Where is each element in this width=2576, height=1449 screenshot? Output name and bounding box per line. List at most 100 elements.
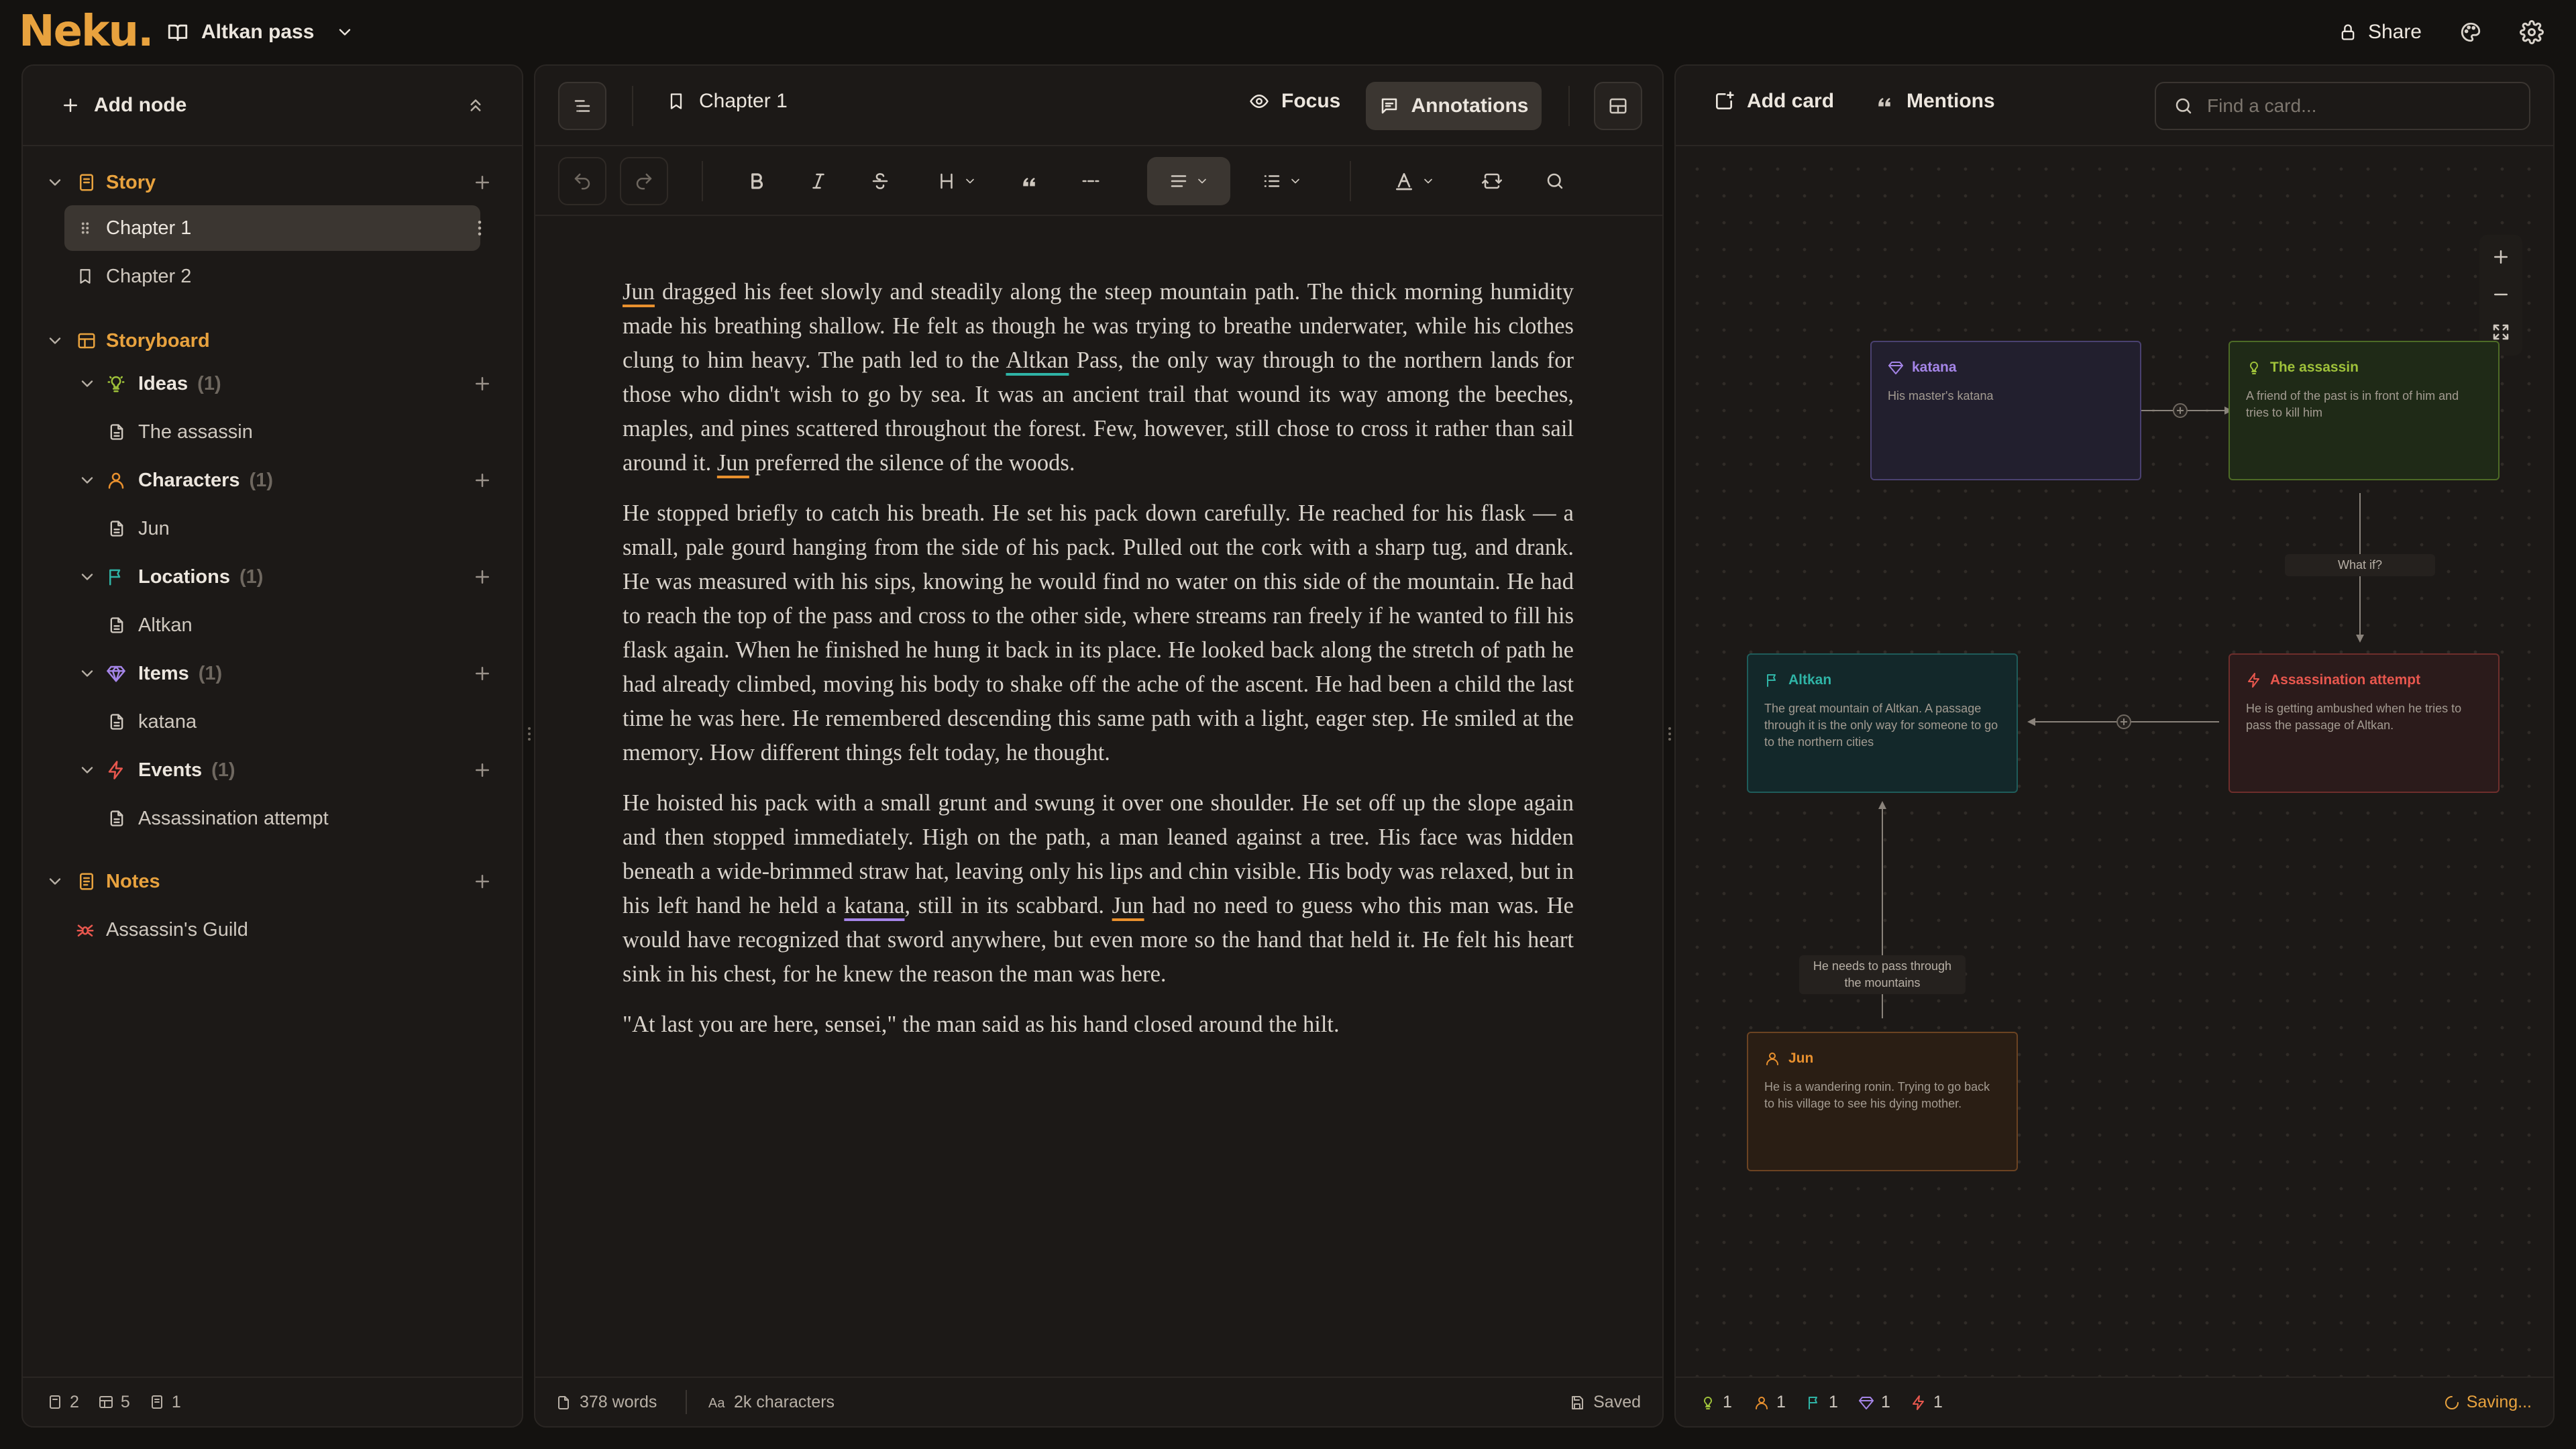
strikethrough-button[interactable]	[856, 157, 904, 205]
zoom-in-icon[interactable]	[2491, 247, 2511, 267]
group-events[interactable]: Events (1)	[23, 749, 522, 792]
card-title: katana	[1912, 360, 1957, 375]
idea-count: 1	[1700, 1393, 1732, 1412]
annotation-character[interactable]: Jun	[1112, 893, 1144, 918]
card-the-assassin[interactable]: The assassin A friend of the past is in …	[2229, 341, 2500, 480]
card-search-input[interactable]	[2207, 95, 2502, 117]
bold-button[interactable]	[733, 157, 781, 205]
resize-handle[interactable]	[1666, 724, 1673, 743]
group-ideas[interactable]: Ideas (1)	[23, 362, 522, 405]
tree-item-assassination-attempt[interactable]: Assassination attempt	[23, 797, 522, 840]
add-icon[interactable]	[472, 663, 492, 684]
redo-button[interactable]	[620, 157, 668, 205]
share-button[interactable]: Share	[2339, 21, 2422, 44]
group-items[interactable]: Items (1)	[23, 652, 522, 695]
notes-icon	[151, 1395, 162, 1409]
card-jun[interactable]: Jun He is a wandering ronin. Trying to g…	[1747, 1032, 2018, 1171]
edge-label-what-if[interactable]: What if?	[2285, 554, 2435, 576]
card-search[interactable]	[2155, 82, 2530, 130]
tree-item-chapter-1[interactable]: Chapter 1	[23, 207, 522, 250]
outline-toggle-button[interactable]	[558, 82, 606, 130]
list-tree-icon	[574, 100, 590, 112]
storyboard-canvas[interactable]: katana His master's katana The assassin …	[1676, 148, 2553, 1378]
add-icon[interactable]	[472, 374, 492, 394]
undo-button[interactable]	[558, 157, 606, 205]
zoom-out-icon[interactable]	[2491, 284, 2511, 305]
group-locations[interactable]: Locations (1)	[23, 555, 522, 598]
group-label: Locations (1)	[138, 566, 264, 588]
section-story[interactable]: Story	[23, 161, 522, 204]
palette-icon[interactable]	[2459, 21, 2482, 44]
more-vertical-icon[interactable]	[470, 218, 490, 238]
card-katana[interactable]: katana His master's katana	[1870, 341, 2141, 480]
add-icon[interactable]	[472, 871, 492, 892]
lightbulb-icon	[107, 376, 125, 392]
align-dropdown[interactable]	[1147, 157, 1230, 205]
chapter-text[interactable]: Jun dragged his feet slowly and steadily…	[623, 275, 1574, 1058]
annotation-character[interactable]: Jun	[717, 450, 749, 476]
focus-button[interactable]: Focus	[1249, 90, 1340, 113]
tree-item-assassins-guild[interactable]: Assassin's Guild	[23, 908, 522, 951]
section-storyboard[interactable]: Storyboard	[23, 319, 522, 362]
tree-item-the-assassin[interactable]: The assassin	[23, 411, 522, 453]
save-status: Saved	[1569, 1393, 1641, 1412]
search-icon	[2176, 98, 2192, 114]
font-size-icon: Aa	[708, 1396, 725, 1411]
heading-dropdown[interactable]	[924, 157, 989, 205]
card-altkan[interactable]: Altkan The great mountain of Altkan. A p…	[1747, 653, 2018, 793]
add-icon[interactable]	[472, 470, 492, 490]
tree-item-katana[interactable]: katana	[23, 700, 522, 743]
fit-view-icon[interactable]	[2491, 322, 2511, 342]
mentions-button[interactable]: Mentions	[1874, 90, 1995, 113]
tree-item-chapter-2[interactable]: Chapter 2	[23, 255, 522, 298]
edge-label-needs-to-pass[interactable]: He needs to pass through the mountains	[1799, 955, 1966, 994]
paragraph: He hoisted his pack with a small grunt a…	[623, 786, 1574, 991]
divider	[702, 161, 703, 201]
add-icon[interactable]	[472, 172, 492, 193]
sidebar-footer: 2 5 1	[23, 1377, 522, 1426]
chevron-down-icon	[339, 29, 351, 36]
annotation-character[interactable]: Jun	[623, 279, 655, 305]
text-run: "At last you are here, sensei," the man …	[623, 1012, 1340, 1037]
gear-icon[interactable]	[2520, 20, 2544, 44]
chevron-down-icon	[49, 337, 61, 344]
add-icon[interactable]	[472, 567, 492, 587]
add-node-button[interactable]: Add node	[60, 94, 186, 117]
italic-button[interactable]	[794, 157, 843, 205]
paragraph: He stopped briefly to catch his breath. …	[623, 496, 1574, 770]
share-label: Share	[2367, 21, 2422, 43]
drag-handle-icon[interactable]	[76, 219, 94, 237]
add-icon[interactable]	[472, 760, 492, 780]
storyboard-count: 5	[98, 1393, 130, 1412]
location-count: 1	[1806, 1393, 1838, 1412]
tree-item-jun[interactable]: Jun	[23, 507, 522, 550]
lightning-icon	[1913, 1395, 1924, 1410]
project-switcher[interactable]: Altkan pass	[166, 15, 354, 50]
card-assassination-attempt[interactable]: Assassination attempt He is getting ambu…	[2229, 653, 2500, 793]
lightbulb-icon	[1704, 1396, 1712, 1409]
annotations-button[interactable]: Annotations	[1366, 82, 1542, 130]
annotation-item[interactable]: katana	[844, 893, 904, 918]
plus-icon	[64, 99, 77, 112]
list-dropdown[interactable]	[1246, 157, 1318, 205]
chapter-breadcrumb[interactable]: Chapter 1	[667, 90, 788, 113]
find-button[interactable]	[1531, 157, 1579, 205]
add-card-button[interactable]: Add card	[1713, 90, 1834, 113]
chapter-title: Chapter 1	[699, 90, 788, 112]
divider-button[interactable]	[1067, 157, 1115, 205]
wrap-button[interactable]	[1468, 157, 1516, 205]
text-style-dropdown[interactable]	[1382, 157, 1446, 205]
book-open-icon	[80, 174, 93, 191]
resize-handle[interactable]	[526, 724, 533, 743]
collapse-all-icon[interactable]	[466, 95, 486, 115]
group-characters[interactable]: Characters (1)	[23, 459, 522, 502]
quote-button[interactable]	[1005, 157, 1053, 205]
chevron-down-icon	[81, 574, 93, 580]
divider	[686, 1390, 687, 1414]
tree-item-altkan[interactable]: Altkan	[23, 604, 522, 647]
sidebar: Add node Story Chapter 1 Chapter 2 Story…	[21, 64, 523, 1428]
section-notes[interactable]: Notes	[23, 860, 522, 903]
layout-toggle-button[interactable]	[1594, 82, 1642, 130]
document-icon	[110, 714, 123, 730]
annotation-location[interactable]: Altkan	[1006, 347, 1069, 373]
